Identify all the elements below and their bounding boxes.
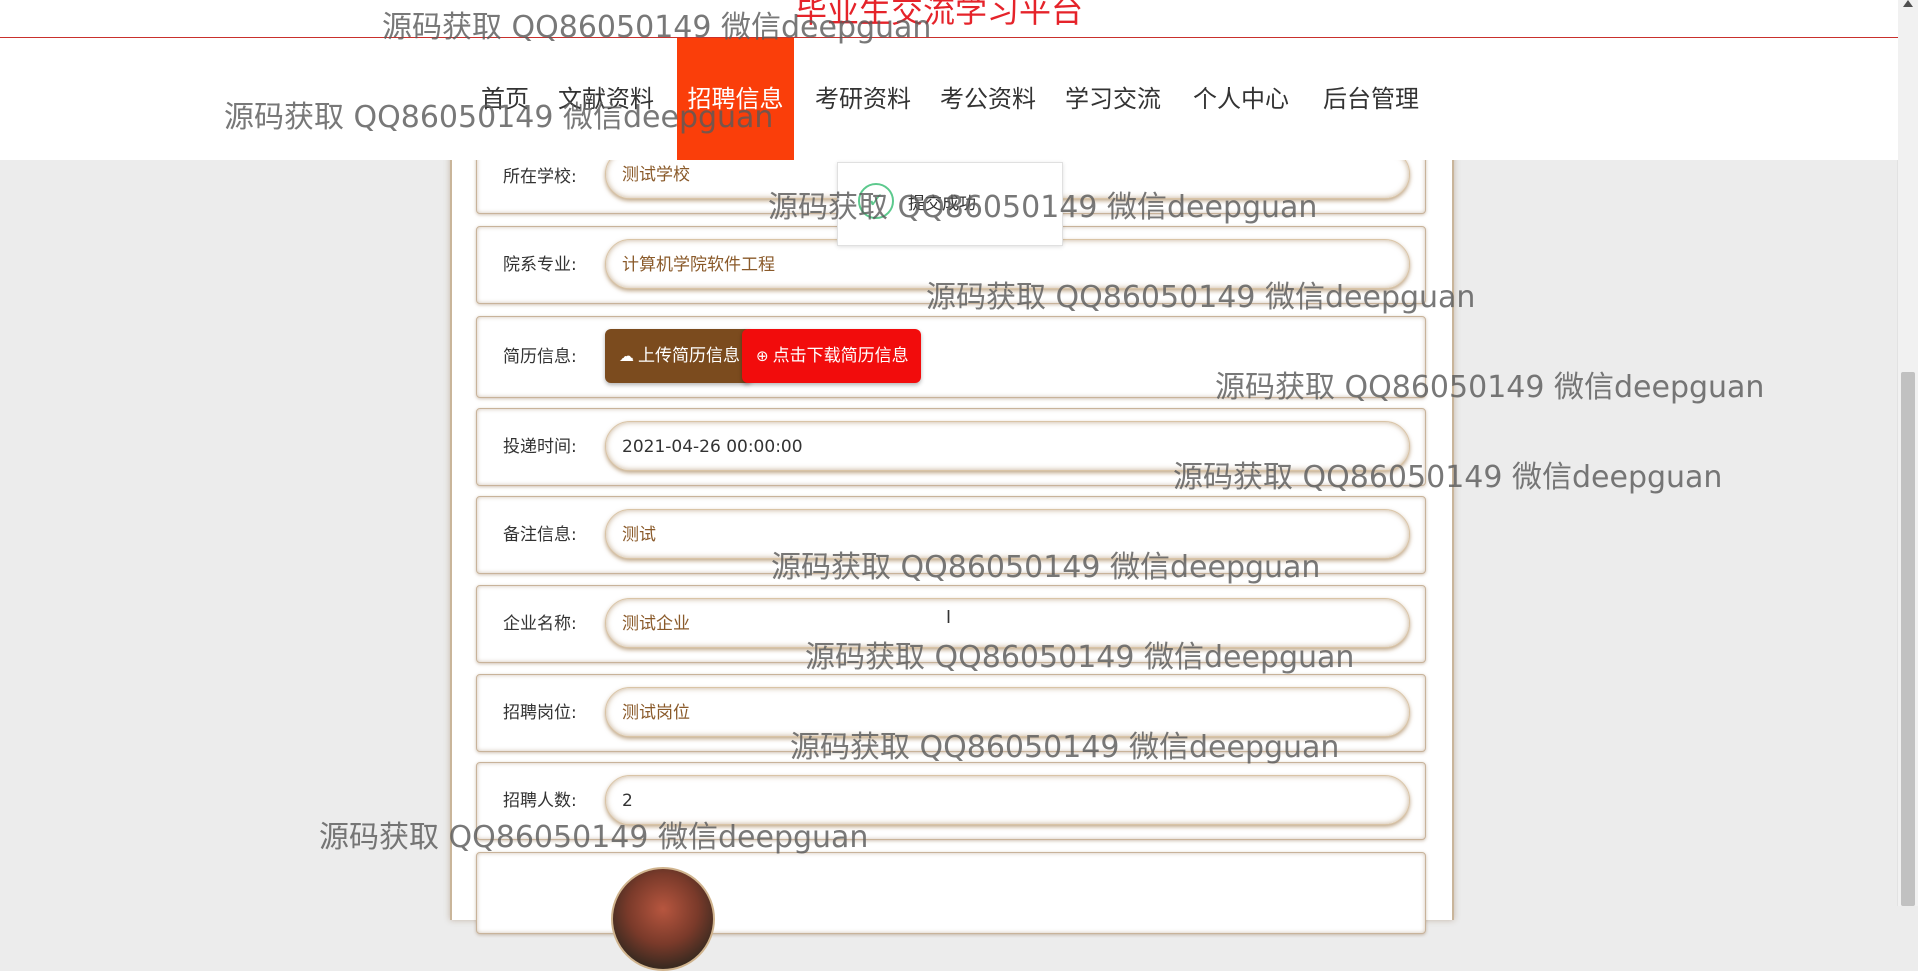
image-row [476,852,1426,971]
resume-label: 简历信息: [503,347,577,367]
main-nav: 首页 文献资料 招聘信息 考研资料 考公资料 学习交流 个人中心 后台管理 [0,38,1898,160]
nav-study-exchange[interactable]: 学习交流 [1060,38,1166,160]
headcount-field[interactable]: 2 [605,775,1410,825]
site-header: 毕业生交流学习平台 首页 文献资料 招聘信息 考研资料 考公资料 学习交流 个人… [0,0,1898,160]
download-circle-icon: ⊕ [756,347,769,365]
nav-admin[interactable]: 后台管理 [1318,38,1424,160]
cloud-upload-icon: ☁ [619,347,634,365]
company-label: 企业名称: [503,614,577,634]
position-row: 招聘岗位: 测试岗位 [476,674,1426,752]
nav-postgrad[interactable]: 考研资料 [810,38,916,160]
submit-time-label: 投递时间: [503,437,577,457]
toast-message: 提交成功 [908,194,976,214]
site-title: 毕业生交流学习平台 [795,0,1084,30]
remark-label: 备注信息: [503,525,577,545]
success-toast: ✓ 提交成功 [837,162,1063,246]
nav-personal-center[interactable]: 个人中心 [1188,38,1294,160]
major-field[interactable]: 计算机学院软件工程 [605,239,1410,289]
text-cursor-icon: I [946,607,952,627]
remark-row: 备注信息: 测试 [476,496,1426,574]
recruitment-detail-form: 所在学校: 测试学校 院系专业: 计算机学院软件工程 简历信息: ☁ 上传简历信息… [450,140,1454,971]
nav-civil-service[interactable]: 考公资料 [935,38,1041,160]
nav-home[interactable]: 首页 [478,38,532,160]
headcount-label: 招聘人数: [503,791,577,811]
submit-time-row: 投递时间: 2021-04-26 00:00:00 [476,408,1426,486]
position-label: 招聘岗位: [503,703,577,723]
resume-row: 简历信息: ☁ 上传简历信息 ⊕ 点击下载简历信息 [476,316,1426,398]
company-image [611,867,715,971]
major-label: 院系专业: [503,255,577,275]
check-circle-icon: ✓ [858,183,894,219]
position-field[interactable]: 测试岗位 [605,687,1410,737]
submit-time-field[interactable]: 2021-04-26 00:00:00 [605,421,1410,471]
upload-resume-button[interactable]: ☁ 上传简历信息 [605,329,752,383]
headcount-row: 招聘人数: 2 [476,762,1426,840]
remark-field[interactable]: 测试 [605,509,1410,559]
nav-recruitment[interactable]: 招聘信息 [677,38,794,160]
scrollbar-thumb[interactable] [1901,372,1915,906]
scroll-up-icon[interactable] [1903,0,1913,7]
nav-documents[interactable]: 文献资料 [555,38,657,160]
page-scrollbar[interactable] [1897,0,1918,906]
download-resume-button[interactable]: ⊕ 点击下载简历信息 [742,329,921,383]
company-field[interactable]: 测试企业 [605,598,1410,648]
